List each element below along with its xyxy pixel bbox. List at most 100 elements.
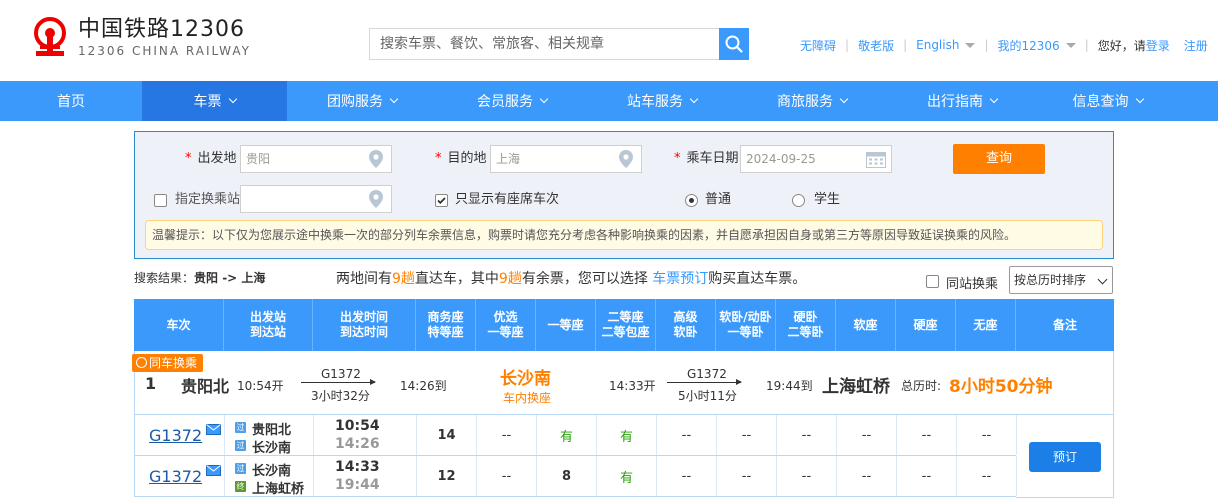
to-label: * 目的地 — [435, 151, 487, 166]
nav-item-member-service[interactable]: 会员服务 — [437, 81, 587, 121]
logo-title: 中国铁路12306 — [78, 17, 245, 42]
nav-item-business-travel[interactable]: 商旅服务 — [737, 81, 887, 121]
from-station: 长沙南 — [252, 464, 292, 479]
sort-select[interactable]: 按总历时排序 — [1009, 266, 1113, 294]
nav-item-label: 站车服务 — [627, 94, 683, 110]
leg1-duration: 3小时32分 — [311, 389, 370, 403]
group-to-station: 上海虹桥 — [822, 377, 890, 397]
nav-item-tickets[interactable]: 车票 — [142, 81, 287, 121]
logo[interactable]: 中国铁路12306 12306 CHINA RAILWAY — [28, 16, 251, 60]
arrival-time: 19:44 — [335, 477, 380, 493]
only-seats-checkbox[interactable] — [435, 194, 448, 207]
search-button[interactable] — [719, 28, 749, 60]
col-deluxe-sleeper: 高级 软卧 — [656, 299, 716, 351]
remarks-cell: 预订 — [1016, 415, 1114, 498]
seat-cell-premium-first: -- — [477, 456, 537, 496]
leg2-depart: 14:33开 — [609, 379, 656, 393]
train-number-link[interactable]: G1372 — [149, 426, 202, 445]
query-button[interactable]: 查询 — [953, 144, 1045, 174]
seat-cell-second[interactable]: 有 — [597, 456, 657, 496]
book-button[interactable]: 预订 — [1029, 442, 1101, 472]
chevron-down-icon[interactable] — [1065, 42, 1076, 48]
nav-item-station-service[interactable]: 站车服务 — [587, 81, 737, 121]
times-cell: 10:54 14:26 — [314, 415, 417, 455]
summary-route: 贵阳 -> 上海 — [194, 271, 266, 285]
radio-normal-label: 普通 — [705, 192, 732, 207]
accessibility-link[interactable]: 无障碍 — [800, 37, 836, 54]
terminal-badge-icon: 终 — [235, 481, 246, 492]
nav-item-travel-guide[interactable]: 出行指南 — [887, 81, 1037, 121]
nav-item-label: 商旅服务 — [777, 94, 833, 110]
seat-cell-second[interactable]: 有 — [597, 415, 657, 455]
transfer-station: 长沙南 — [500, 369, 551, 389]
sort-selected-value: 按总历时排序 — [1014, 273, 1087, 287]
search-input[interactable]: 搜索车票、餐饮、常旅客、相关规章 — [369, 28, 719, 60]
envelope-icon[interactable] — [206, 424, 221, 435]
col-business: 商务座 特等座 — [416, 299, 476, 351]
seat-cell-first[interactable]: 8 — [537, 456, 597, 496]
date-label: * 乘车日期 — [674, 151, 739, 166]
group-from-station: 贵阳北 — [181, 377, 230, 396]
elderly-version-link[interactable]: 敬老版 — [858, 37, 894, 54]
nav-item-label: 信息查询 — [1072, 94, 1129, 110]
seat-cell-deluxe-sleeper: -- — [657, 456, 717, 496]
english-link[interactable]: English — [916, 38, 959, 52]
envelope-icon[interactable] — [206, 465, 221, 476]
nav-item-label: 车票 — [193, 94, 222, 110]
col-remarks: 备注 — [1052, 317, 1077, 332]
same-station-checkbox[interactable] — [926, 275, 939, 288]
seat-cell-business[interactable]: 14 — [417, 415, 477, 455]
seat-cell-soft-seat: -- — [837, 456, 897, 496]
times-cell: 14:33 19:44 — [314, 456, 417, 496]
header: 中国铁路12306 12306 CHINA RAILWAY 搜索车票、餐饮、常旅… — [0, 0, 1218, 81]
search-icon — [725, 35, 743, 53]
seat-cell-business[interactable]: 12 — [417, 456, 477, 496]
train-number-link[interactable]: G1372 — [149, 467, 202, 486]
direct-count: 9趟 — [392, 271, 415, 287]
ticket-booking-link[interactable]: 车票预订 — [652, 271, 708, 287]
radio-student-label: 学生 — [814, 192, 841, 207]
stations-cell: 过 长沙南 终 上海虹桥 — [225, 456, 314, 497]
my-12306-link[interactable]: 我的12306 — [998, 37, 1060, 54]
nav-item-label: 出行指南 — [927, 94, 983, 110]
table-row: G1372 过 贵阳北 过 长沙南 10:54 14:26 14 -- 有 有 … — [134, 415, 1017, 456]
only-seats-label: 只显示有座席车次 — [455, 192, 560, 207]
location-pin-icon[interactable] — [619, 150, 633, 168]
nav-item-label: 团购服务 — [327, 94, 383, 110]
nav-item-home[interactable]: 首页 — [0, 81, 142, 121]
col-soft-seat: 软座 — [836, 299, 896, 351]
group-dep-time: 10:54开 — [237, 379, 284, 393]
radio-normal[interactable] — [685, 194, 698, 207]
transfer-station-checkbox[interactable] — [154, 194, 167, 207]
login-link[interactable]: 登录 — [1146, 37, 1170, 54]
chevron-down-icon[interactable] — [965, 42, 976, 48]
from-label: * 出发地 — [185, 151, 237, 166]
chevron-down-icon — [989, 94, 999, 104]
chevron-down-icon — [389, 94, 399, 104]
seat-cell-hard-seat: -- — [897, 415, 957, 455]
register-link[interactable]: 注册 — [1184, 37, 1208, 54]
nav-item-info-query[interactable]: 信息查询 — [1037, 81, 1178, 121]
chevron-down-icon — [228, 94, 237, 104]
results-description: 两地间有9趟直达车，其中9趟有余票，您可以选择 车票预订购买直达车票。 — [336, 271, 807, 287]
leg1-train: G1372 — [321, 367, 361, 381]
divider: | — [1084, 38, 1089, 52]
col-stations: 出发站 到达站 — [224, 299, 313, 351]
seat-cell-first[interactable]: 有 — [537, 415, 597, 455]
location-pin-icon[interactable] — [369, 190, 383, 208]
total-label: 总历时: — [901, 379, 942, 393]
transfer-station-label: 指定换乘站 — [175, 192, 241, 207]
seat-cell-hard-sleeper: -- — [777, 456, 837, 496]
group-index: 1 — [145, 374, 157, 393]
pass-badge-icon: 过 — [235, 463, 246, 474]
seat-cell-no-seat: -- — [957, 456, 1017, 496]
divider: | — [903, 38, 908, 52]
total-time: 8小时50分钟 — [949, 377, 1053, 397]
col-second: 二等座 二等包座 — [596, 299, 656, 351]
seat-cell-hard-sleeper: -- — [777, 415, 837, 455]
nav-item-group-service[interactable]: 团购服务 — [287, 81, 437, 121]
to-station: 上海虹桥 — [252, 482, 305, 497]
radio-student[interactable] — [792, 194, 805, 207]
calendar-icon[interactable] — [866, 151, 886, 168]
location-pin-icon[interactable] — [369, 150, 383, 168]
